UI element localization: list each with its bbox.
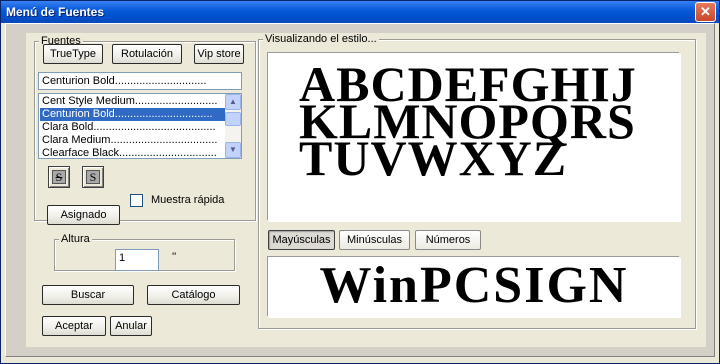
uppercase-button[interactable]: Mayúsculas (268, 230, 335, 250)
selected-font-value: Centurion Bold..........................… (42, 75, 207, 87)
truetype-button[interactable]: TrueType (43, 44, 103, 64)
sample-preview: WinPCSIGN (268, 257, 680, 317)
font-listbox[interactable]: Cent Style Medium.......................… (38, 93, 242, 159)
accept-button[interactable]: Aceptar (42, 316, 106, 336)
search-button[interactable]: Buscar (42, 285, 134, 305)
outline-s-icon: S (86, 170, 100, 184)
cancel-button[interactable]: Anular (110, 316, 152, 336)
height-group-legend: Altura (59, 233, 92, 245)
sample-preview-text: WinPCSIGN (319, 257, 629, 314)
height-input[interactable]: 1 (115, 249, 159, 271)
quick-sample-label: Muestra rápida (151, 194, 225, 206)
preview-group-legend: Visualizando el estilo... (263, 33, 379, 45)
outline-style-button[interactable]: S (82, 166, 104, 188)
close-button[interactable]: ✕ (695, 2, 716, 22)
strikethrough-icon: S (52, 170, 66, 184)
catalog-button[interactable]: Catálogo (147, 285, 240, 305)
chevron-down-icon: ▼ (229, 145, 237, 154)
rotulacion-button[interactable]: Rotulación (112, 44, 182, 64)
height-value: 1 (119, 252, 126, 264)
assigned-button[interactable]: Asignado (47, 205, 120, 225)
close-icon: ✕ (700, 4, 711, 19)
window-title: Menú de Fuentes (6, 5, 105, 19)
font-menu-window: Menú de Fuentes ✕ Fuentes TrueType Rotul… (0, 0, 720, 364)
title-bar[interactable]: Menú de Fuentes ✕ (1, 1, 719, 23)
height-unit-label: '' (172, 251, 177, 263)
alphabet-preview: ABCDEFGHIJ KLMNOPQRS TUVWXYZ (268, 53, 680, 221)
font-list-item[interactable]: Clara Medium............................… (40, 134, 226, 147)
selected-font-field[interactable]: Centurion Bold..........................… (38, 72, 242, 90)
strikethrough-style-button[interactable]: S (48, 166, 70, 188)
quick-sample-checkbox[interactable] (130, 194, 143, 207)
scroll-thumb[interactable] (225, 112, 241, 126)
scroll-up-button[interactable]: ▲ (225, 94, 241, 110)
dialog-client-area: Fuentes TrueType Rotulación Vip store Ce… (5, 23, 715, 357)
numbers-button[interactable]: Números (415, 230, 481, 250)
font-list-item[interactable]: Clearface Black.........................… (40, 147, 226, 158)
font-list-item[interactable]: Cent Style Medium.......................… (40, 95, 226, 108)
vip-store-button[interactable]: Vip store (194, 44, 244, 64)
lowercase-button[interactable]: Minúsculas (339, 230, 410, 250)
dialog-panel: Fuentes TrueType Rotulación Vip store Ce… (26, 33, 706, 347)
font-list-item-selected[interactable]: Centurion Bold..........................… (40, 108, 226, 121)
alphabet-preview-text: ABCDEFGHIJ KLMNOPQRS TUVWXYZ (269, 59, 679, 183)
font-list-scrollbar[interactable]: ▲ ▼ (225, 94, 241, 158)
font-list-item[interactable]: Clara Bold..............................… (40, 121, 226, 134)
chevron-up-icon: ▲ (229, 97, 237, 106)
scroll-down-button[interactable]: ▼ (225, 142, 241, 158)
